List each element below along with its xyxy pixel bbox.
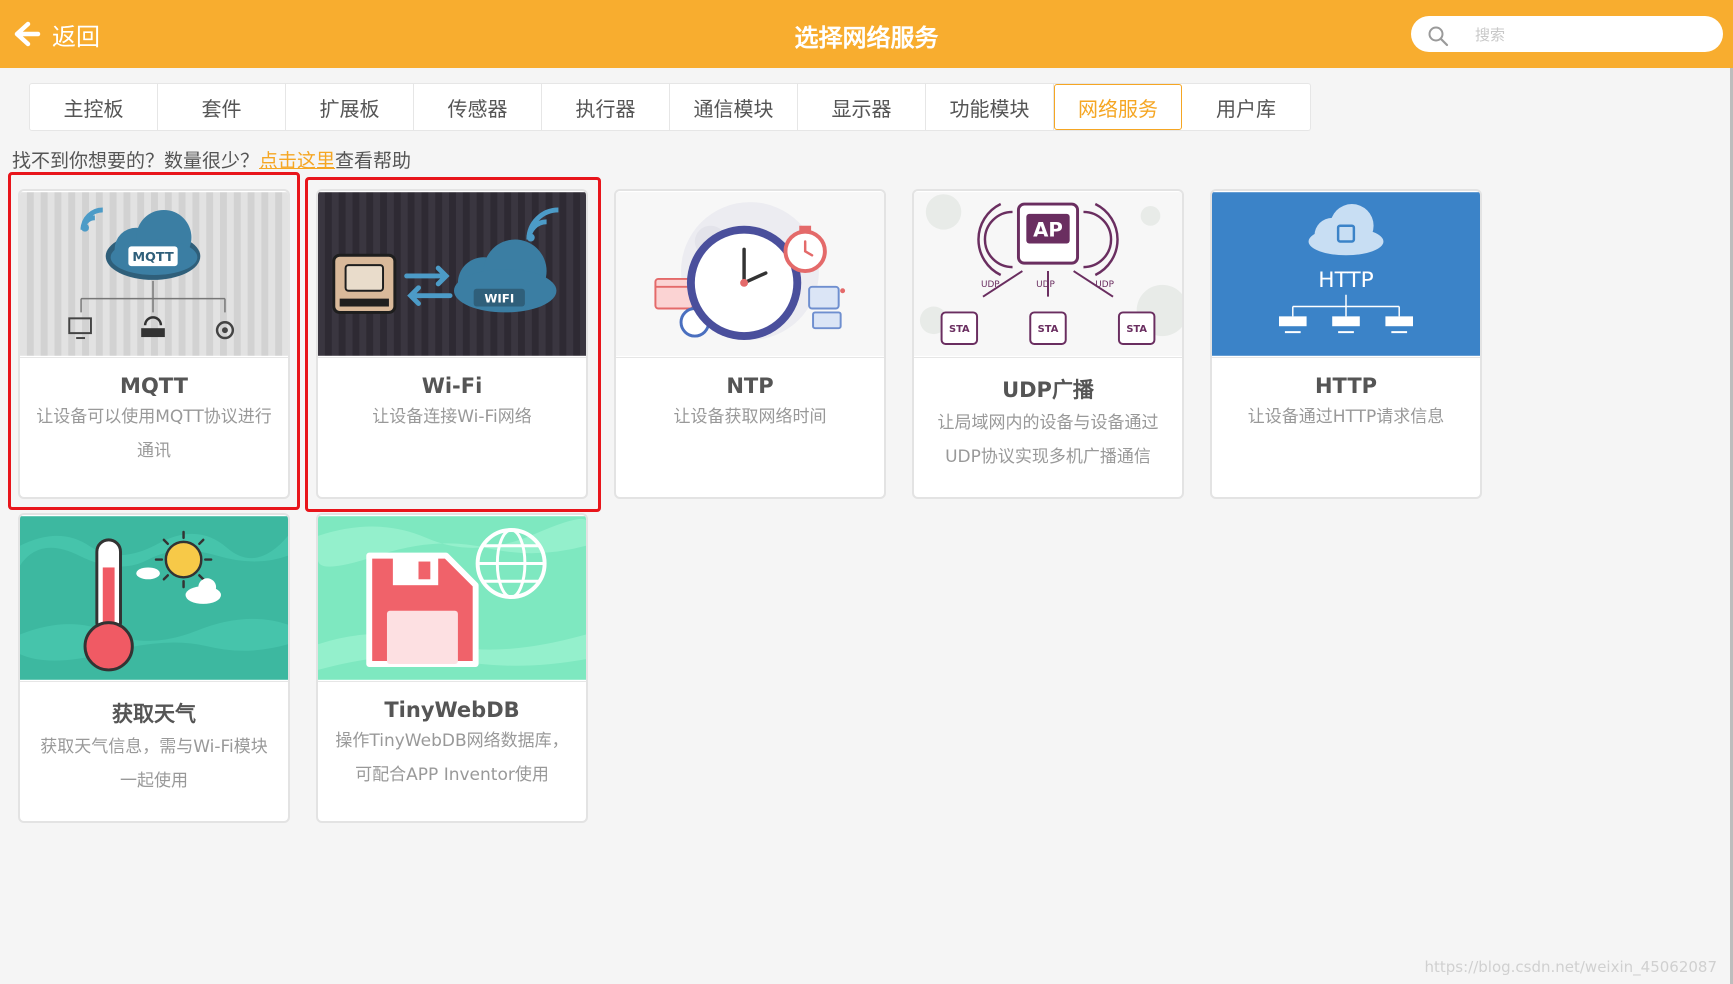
card-image bbox=[616, 191, 884, 358]
card-description: 操作TinyWebDB网络数据库，可配合APP Inventor使用 bbox=[335, 731, 569, 785]
svg-text:MQTT: MQTT bbox=[132, 250, 174, 265]
card-title: UDP广播 bbox=[1002, 378, 1094, 402]
card-title: 获取天气 bbox=[112, 702, 196, 726]
tab-expansion-board[interactable]: 扩展板 bbox=[286, 84, 414, 130]
svg-text:STA: STA bbox=[949, 324, 970, 335]
card-description: 让设备通过HTTP请求信息 bbox=[1247, 407, 1445, 427]
wifi-cloud-icon: WIFI bbox=[318, 192, 586, 356]
tab-kits[interactable]: 套件 bbox=[158, 84, 286, 130]
top-bar: 返回 选择网络服务 bbox=[0, 0, 1733, 68]
card-image: HTTP bbox=[1212, 191, 1480, 358]
card-image: AP UDP UDP UDP STA STA STA bbox=[914, 191, 1182, 358]
clock-icon bbox=[616, 192, 884, 356]
tab-main-board[interactable]: 主控板 bbox=[30, 84, 158, 130]
card-description: 让局域网内的设备与设备通过UDP协议实现多机广播通信 bbox=[937, 413, 1159, 467]
search-box bbox=[1411, 16, 1723, 52]
tab-network-services[interactable]: 网络服务 bbox=[1054, 84, 1182, 130]
help-link[interactable]: 点击这里 bbox=[259, 150, 335, 172]
card-http[interactable]: HTTP HTTP 让设备通过HTTP请求信息 bbox=[1210, 189, 1482, 499]
help-prefix: 找不到你想要的？数量很少？ bbox=[12, 150, 260, 172]
mqtt-cloud-icon: MQTT bbox=[20, 192, 288, 356]
search-icon bbox=[1428, 26, 1449, 47]
help-text: 找不到你想要的？数量很少？点击这里查看帮助 bbox=[12, 146, 411, 173]
card-mqtt[interactable]: MQTT MQTT 让设备可以使用MQTT协议进行通讯 bbox=[18, 189, 290, 499]
card-tinywebdb[interactable]: TinyWebDB 操作TinyWebDB网络数据库，可配合APP Invent… bbox=[316, 513, 588, 823]
weather-icon bbox=[20, 516, 288, 680]
card-title: NTP bbox=[726, 374, 774, 398]
svg-text:UDP: UDP bbox=[1036, 280, 1055, 290]
card-image bbox=[20, 515, 288, 682]
card-wifi[interactable]: WIFI Wi-Fi 让设备连接Wi-Fi网络 bbox=[316, 189, 588, 499]
card-title: TinyWebDB bbox=[384, 698, 520, 722]
arrow-left-icon bbox=[14, 21, 41, 47]
search-input[interactable] bbox=[1473, 20, 1707, 50]
watermark: https://blog.csdn.net/weixin_45062087 bbox=[1424, 958, 1717, 976]
svg-text:UDP: UDP bbox=[1095, 280, 1114, 290]
back-label: 返回 bbox=[52, 22, 100, 51]
svg-text:WIFI: WIFI bbox=[484, 292, 514, 306]
svg-text:STA: STA bbox=[1126, 324, 1147, 335]
card-title: MQTT bbox=[120, 374, 188, 398]
card-ntp[interactable]: NTP 让设备获取网络时间 bbox=[614, 189, 886, 499]
tab-user-library[interactable]: 用户库 bbox=[1182, 84, 1310, 130]
card-description: 让设备连接Wi-Fi网络 bbox=[372, 407, 532, 427]
http-cloud-icon: HTTP bbox=[1212, 192, 1480, 356]
help-suffix: 查看帮助 bbox=[335, 150, 412, 172]
card-weather[interactable]: 获取天气 获取天气信息，需与Wi-Fi模块一起使用 bbox=[18, 513, 290, 823]
tab-sensors[interactable]: 传感器 bbox=[414, 84, 542, 130]
svg-text:UDP: UDP bbox=[981, 280, 1000, 290]
card-image: WIFI bbox=[318, 191, 586, 358]
card-description: 让设备可以使用MQTT协议进行通讯 bbox=[36, 407, 272, 461]
card-image bbox=[318, 515, 586, 682]
tab-communication-modules[interactable]: 通信模块 bbox=[670, 84, 798, 130]
card-title: HTTP bbox=[1314, 374, 1378, 398]
back-button[interactable]: 返回 bbox=[12, 16, 100, 52]
tab-actuators[interactable]: 执行器 bbox=[542, 84, 670, 130]
database-globe-icon bbox=[318, 516, 586, 680]
card-title: Wi-Fi bbox=[421, 374, 483, 398]
tab-function-modules[interactable]: 功能模块 bbox=[926, 84, 1054, 130]
tab-displays[interactable]: 显示器 bbox=[798, 84, 926, 130]
category-tabs: 主控板 套件 扩展板 传感器 执行器 通信模块 显示器 功能模块 网络服务 用户… bbox=[29, 83, 1311, 131]
card-image: MQTT bbox=[20, 191, 288, 358]
svg-text:AP: AP bbox=[1033, 219, 1063, 242]
card-description: 让设备获取网络时间 bbox=[673, 407, 827, 427]
svg-text:HTTP: HTTP bbox=[1318, 268, 1373, 293]
card-description: 获取天气信息，需与Wi-Fi模块一起使用 bbox=[40, 737, 268, 791]
card-udp-broadcast[interactable]: AP UDP UDP UDP STA STA STA UDP广播 让局域网内的设… bbox=[912, 189, 1184, 499]
svg-text:STA: STA bbox=[1038, 324, 1059, 335]
udp-broadcast-icon: AP UDP UDP UDP STA STA STA bbox=[914, 192, 1182, 356]
